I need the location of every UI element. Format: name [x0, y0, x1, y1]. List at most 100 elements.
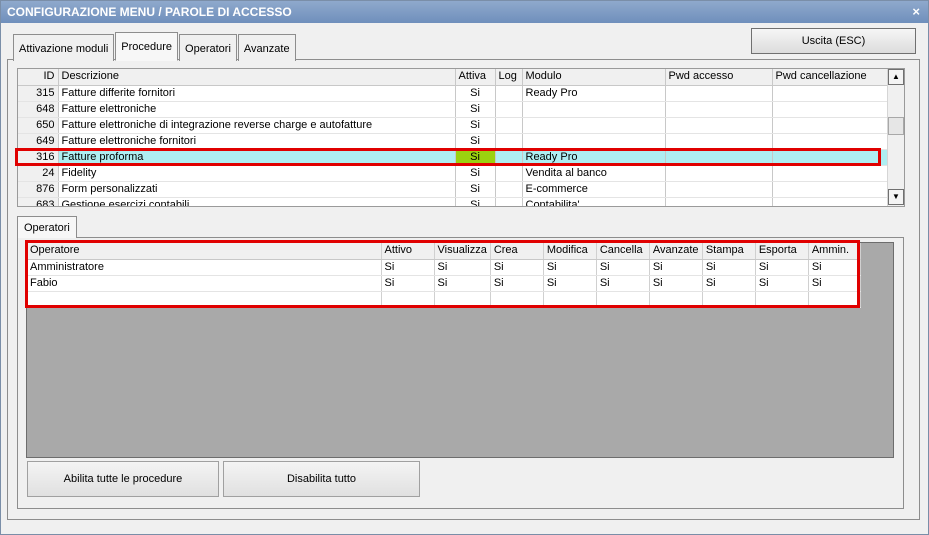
table-cell[interactable]: Si: [381, 275, 435, 292]
table-cell[interactable]: [702, 291, 756, 308]
table-cell[interactable]: Si: [434, 259, 491, 276]
table-cell[interactable]: Fabio: [27, 275, 382, 292]
table-row[interactable]: 24 Fidelity Si Vendita al banco: [18, 165, 890, 182]
table-cell[interactable]: Fatture elettroniche: [58, 101, 456, 118]
table-cell[interactable]: Si: [455, 101, 496, 118]
table-cell[interactable]: 650: [18, 117, 59, 134]
tab-avanzate[interactable]: Avanzate: [237, 34, 296, 61]
table-cell[interactable]: [665, 181, 773, 198]
scroll-down-icon[interactable]: ▼: [888, 189, 904, 205]
table-cell[interactable]: Si: [543, 275, 597, 292]
table-cell[interactable]: [522, 117, 666, 134]
table-cell[interactable]: Fidelity: [58, 165, 456, 182]
col-header-crea[interactable]: Crea: [490, 243, 544, 260]
table-cell[interactable]: [522, 133, 666, 150]
table-cell[interactable]: Si: [455, 85, 496, 102]
table-cell[interactable]: Si: [596, 275, 650, 292]
table-row[interactable]: 683 Gestione esercizi contabili Si Contabil…: [18, 197, 890, 206]
table-cell[interactable]: Si: [755, 259, 809, 276]
exit-button[interactable]: Uscita (ESC): [751, 28, 916, 54]
table-cell[interactable]: Si: [455, 149, 496, 166]
table-cell[interactable]: [772, 85, 890, 102]
table-cell[interactable]: [772, 101, 890, 118]
col-header-modulo[interactable]: Modulo: [522, 69, 666, 86]
table-cell[interactable]: Ready Pro: [522, 85, 666, 102]
table-cell[interactable]: [495, 117, 523, 134]
table-cell[interactable]: [596, 291, 650, 308]
col-header-modifica[interactable]: Modifica: [543, 243, 597, 260]
table-cell[interactable]: [755, 291, 809, 308]
table-cell[interactable]: [495, 165, 523, 182]
scroll-thumb[interactable]: [888, 117, 904, 135]
table-cell[interactable]: [665, 165, 773, 182]
table-cell[interactable]: Fatture elettroniche di integrazione rev…: [58, 117, 456, 134]
table-cell[interactable]: Si: [649, 259, 703, 276]
table-row[interactable]: 648 Fatture elettroniche Si: [18, 101, 890, 118]
table-cell[interactable]: Si: [702, 259, 756, 276]
table-cell[interactable]: 649: [18, 133, 59, 150]
col-header-log[interactable]: Log: [495, 69, 523, 86]
table-cell[interactable]: 648: [18, 101, 59, 118]
col-header-pwd-cancellazione[interactable]: Pwd cancellazione: [772, 69, 890, 86]
table-cell[interactable]: Si: [808, 275, 861, 292]
table-cell[interactable]: Si: [808, 259, 861, 276]
disable-all-button[interactable]: Disabilita tutto: [223, 461, 420, 497]
table-cell[interactable]: [772, 181, 890, 198]
table-cell[interactable]: [490, 291, 544, 308]
table-cell[interactable]: Fatture elettroniche fornitori: [58, 133, 456, 150]
table-row[interactable]: 315 Fatture differite fornitori Si Ready Pr…: [18, 85, 890, 102]
table-cell[interactable]: Amministratore: [27, 259, 382, 276]
table-cell[interactable]: [381, 291, 435, 308]
close-icon[interactable]: ×: [912, 1, 920, 23]
table-cell[interactable]: Vendita al banco: [522, 165, 666, 182]
tab-operatori[interactable]: Operatori: [179, 34, 237, 61]
table-cell[interactable]: [772, 117, 890, 134]
table-cell[interactable]: 316: [18, 149, 59, 166]
table-cell[interactable]: Fatture proforma: [58, 149, 456, 166]
table-cell[interactable]: 24: [18, 165, 59, 182]
table-cell[interactable]: Si: [455, 181, 496, 198]
col-header-ammin[interactable]: Ammin.: [808, 243, 861, 260]
table-cell[interactable]: [543, 291, 597, 308]
operators-grid[interactable]: Operatore Attivo Visualizza Crea Modific…: [26, 242, 894, 458]
table-cell[interactable]: [495, 85, 523, 102]
table-cell[interactable]: [808, 291, 861, 308]
col-header-stampa[interactable]: Stampa: [702, 243, 756, 260]
table-cell[interactable]: [772, 149, 890, 166]
table-cell[interactable]: Si: [455, 165, 496, 182]
table-cell[interactable]: [434, 291, 491, 308]
table-cell[interactable]: [27, 291, 382, 308]
col-header-cancella[interactable]: Cancella: [596, 243, 650, 260]
table-cell[interactable]: [665, 197, 773, 206]
table-cell[interactable]: Si: [649, 275, 703, 292]
table-cell[interactable]: Si: [455, 117, 496, 134]
tab-procedure[interactable]: Procedure: [115, 32, 179, 61]
table-row[interactable]: 650 Fatture elettroniche di integrazione …: [18, 117, 890, 134]
col-header-operatore[interactable]: Operatore: [27, 243, 382, 260]
tab-attivazione-moduli[interactable]: Attivazione moduli: [13, 34, 115, 61]
table-cell[interactable]: Form personalizzati: [58, 181, 456, 198]
table-cell[interactable]: Si: [455, 133, 496, 150]
procedures-grid[interactable]: ID Descrizione Attiva Log Modulo Pwd acc…: [17, 68, 905, 207]
table-row[interactable]: Fabio Si Si Si Si Si Si Si Si Si: [27, 275, 861, 292]
table-cell[interactable]: [665, 101, 773, 118]
table-cell[interactable]: [665, 149, 773, 166]
table-cell[interactable]: Si: [490, 259, 544, 276]
table-row[interactable]: [27, 291, 861, 308]
table-cell[interactable]: [495, 197, 523, 206]
col-header-avanzate[interactable]: Avanzate: [649, 243, 703, 260]
col-header-pwd-accesso[interactable]: Pwd accesso: [665, 69, 773, 86]
table-cell[interactable]: Si: [434, 275, 491, 292]
table-cell[interactable]: [772, 197, 890, 206]
col-header-visualizza[interactable]: Visualizza: [434, 243, 491, 260]
table-cell[interactable]: E-commerce: [522, 181, 666, 198]
table-cell[interactable]: [495, 149, 523, 166]
table-cell[interactable]: Si: [455, 197, 496, 206]
table-cell[interactable]: 876: [18, 181, 59, 198]
table-cell[interactable]: [649, 291, 703, 308]
table-cell[interactable]: Si: [381, 259, 435, 276]
col-header-descrizione[interactable]: Descrizione: [58, 69, 456, 86]
table-row[interactable]: 876 Form personalizzati Si E-commerce: [18, 181, 890, 198]
table-cell[interactable]: 683: [18, 197, 59, 206]
table-cell[interactable]: [495, 133, 523, 150]
